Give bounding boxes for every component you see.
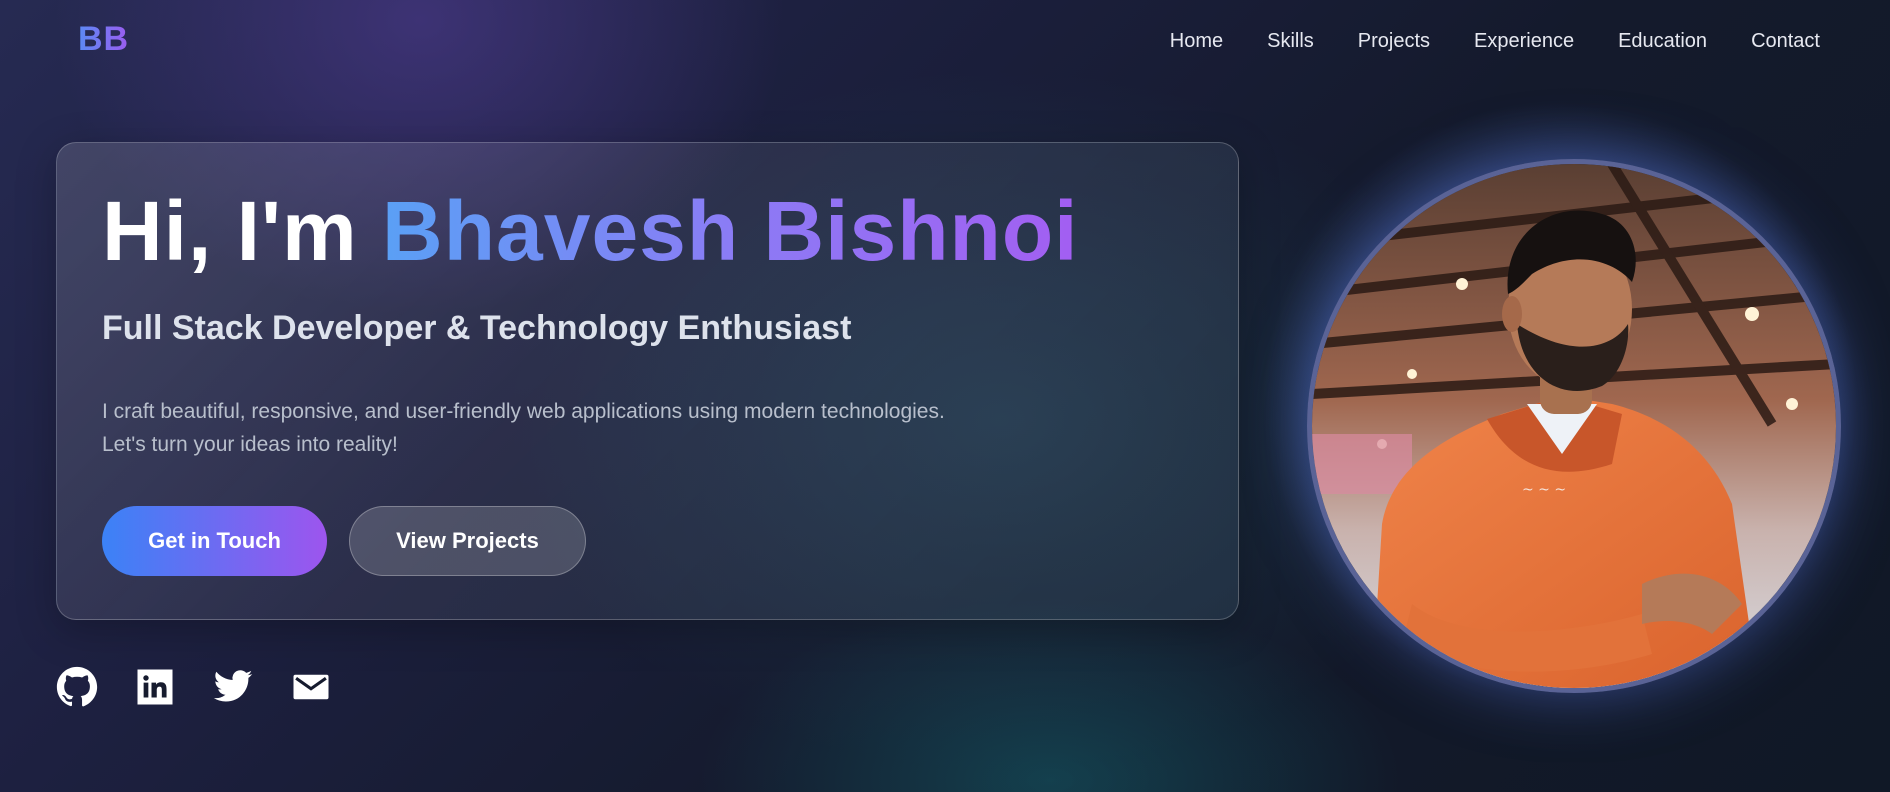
greeting-prefix: Hi, I'm bbox=[102, 184, 358, 278]
social-links bbox=[56, 666, 332, 708]
hero-name: Bhavesh Bishnoi bbox=[382, 184, 1079, 278]
hero-card: Hi, I'm Bhavesh Bishnoi Full Stack Devel… bbox=[56, 142, 1239, 620]
description-line-1: I craft beautiful, responsive, and user-… bbox=[102, 400, 945, 423]
nav-link-projects[interactable]: Projects bbox=[1358, 30, 1430, 53]
svg-text:~ ~ ~: ~ ~ ~ bbox=[1522, 482, 1566, 498]
nav-link-home[interactable]: Home bbox=[1170, 30, 1223, 53]
linkedin-icon[interactable] bbox=[134, 666, 176, 708]
nav-link-education[interactable]: Education bbox=[1618, 30, 1707, 53]
hero-description: I craft beautiful, responsive, and user-… bbox=[102, 395, 1052, 461]
get-in-touch-button[interactable]: Get in Touch bbox=[102, 506, 327, 576]
hero-heading: Hi, I'm Bhavesh Bishnoi bbox=[102, 183, 1079, 280]
nav-link-skills[interactable]: Skills bbox=[1267, 30, 1314, 53]
twitter-icon[interactable] bbox=[212, 666, 254, 708]
main-nav: Home Skills Projects Experience Educatio… bbox=[1170, 30, 1820, 53]
hero-subtitle: Full Stack Developer & Technology Enthus… bbox=[102, 309, 852, 347]
site-logo[interactable]: BB bbox=[78, 20, 129, 59]
description-line-2: Let's turn your ideas into reality! bbox=[102, 433, 398, 456]
profile-photo: ~ ~ ~ bbox=[1307, 159, 1841, 693]
nav-link-contact[interactable]: Contact bbox=[1751, 30, 1820, 53]
view-projects-button[interactable]: View Projects bbox=[349, 506, 586, 576]
github-icon[interactable] bbox=[56, 666, 98, 708]
page: BB Home Skills Projects Experience Educa… bbox=[0, 0, 1890, 792]
nav-link-experience[interactable]: Experience bbox=[1474, 30, 1574, 53]
profile-illustration: ~ ~ ~ bbox=[1312, 164, 1836, 688]
mail-icon[interactable] bbox=[290, 666, 332, 708]
